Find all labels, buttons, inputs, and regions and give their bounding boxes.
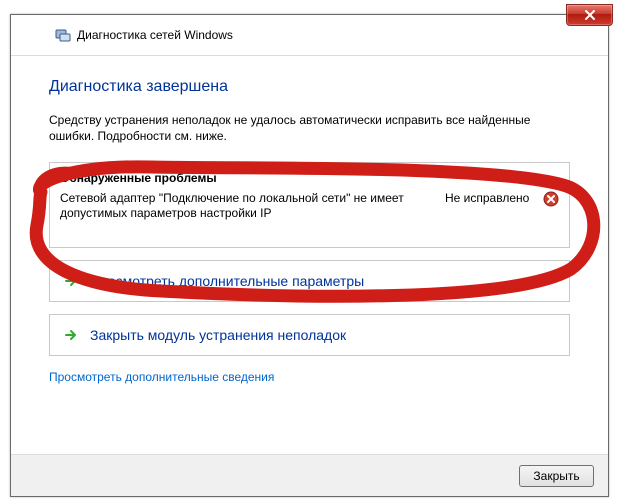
error-icon — [543, 191, 559, 207]
header-bar: Диагностика сетей Windows — [11, 15, 608, 56]
troubleshooter-window: Диагностика сетей Windows Диагностика за… — [10, 14, 609, 497]
problem-row: Сетевой адаптер "Подключение по локально… — [60, 191, 559, 221]
header-title: Диагностика сетей Windows — [77, 28, 233, 42]
problems-heading: Обнаруженные проблемы — [60, 171, 559, 185]
view-more-label: Просмотреть дополнительные параметры — [90, 273, 364, 289]
intro-text: Средству устранения неполадок не удалось… — [49, 112, 570, 144]
problem-description: Сетевой адаптер "Подключение по локально… — [60, 191, 445, 221]
arrow-right-icon — [62, 327, 80, 343]
close-troubleshooter-option[interactable]: Закрыть модуль устранения неполадок — [49, 314, 570, 356]
view-details-link[interactable]: Просмотреть дополнительные сведения — [49, 370, 274, 384]
footer-bar: Закрыть — [11, 454, 608, 496]
problem-status: Не исправлено — [445, 191, 537, 205]
close-troubleshooter-label: Закрыть модуль устранения неполадок — [90, 327, 346, 343]
problems-panel: Обнаруженные проблемы Сетевой адаптер "П… — [49, 162, 570, 248]
close-button[interactable]: Закрыть — [519, 465, 594, 487]
content-area: Диагностика завершена Средству устранени… — [11, 56, 608, 454]
arrow-right-icon — [62, 273, 80, 289]
page-title: Диагностика завершена — [49, 78, 570, 96]
view-more-option[interactable]: Просмотреть дополнительные параметры — [49, 260, 570, 302]
diagnostics-icon — [55, 27, 71, 43]
